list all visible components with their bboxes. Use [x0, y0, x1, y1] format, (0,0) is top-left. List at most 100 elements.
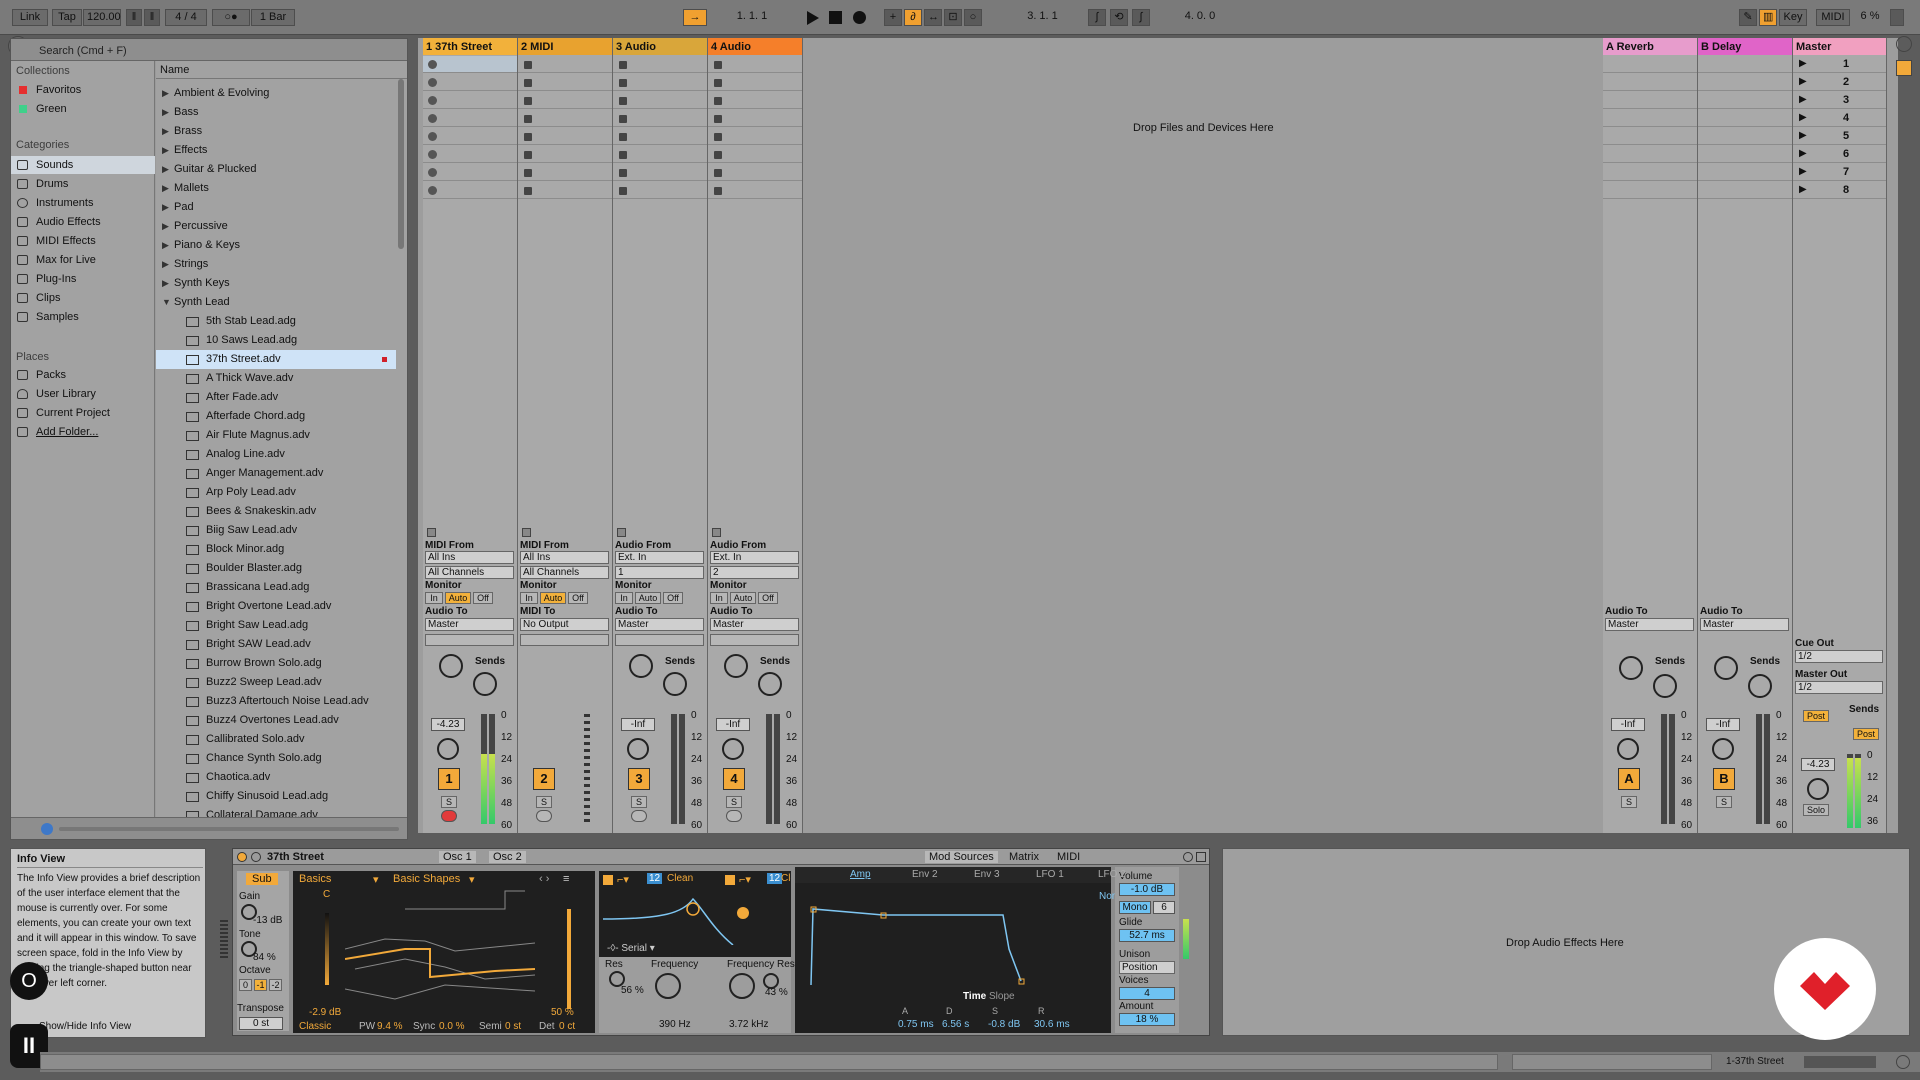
master-out-menu[interactable]: 1/2 [1795, 681, 1883, 694]
unison-menu[interactable]: Position [1119, 961, 1175, 974]
computer-keyboard-icon[interactable]: ▥ [1759, 9, 1777, 26]
volume-field[interactable]: -Inf [716, 718, 750, 731]
output-menu[interactable]: Master [615, 618, 704, 631]
quantize-menu[interactable]: 1 Bar [251, 9, 295, 26]
monitor-in-button[interactable]: In [615, 592, 633, 604]
nudge-down-button[interactable]: ‖ [126, 9, 142, 26]
clip-stop-icon[interactable] [524, 61, 532, 69]
solo-button[interactable]: S [1716, 796, 1732, 808]
clip-slot[interactable] [613, 110, 707, 127]
monitor-auto-button[interactable]: Auto [540, 592, 566, 604]
help-icon[interactable] [1896, 36, 1912, 52]
frequency-knob[interactable] [655, 973, 681, 999]
tab-osc1[interactable]: Osc 1 [439, 851, 476, 863]
draw-mode-icon[interactable]: ✎ [1739, 9, 1757, 26]
preview-icon[interactable] [41, 823, 53, 835]
nudge-up-button[interactable]: ‖ [144, 9, 160, 26]
monitor-off-button[interactable]: Off [473, 592, 493, 604]
transpose-field[interactable]: 0 st [239, 1017, 283, 1030]
clip-stop-icon[interactable] [714, 61, 722, 69]
pan-knob[interactable] [437, 738, 459, 760]
clip-slot[interactable] [423, 182, 517, 199]
clip-stop-icon[interactable] [619, 187, 627, 195]
master-volume-field[interactable]: -4.23 [1801, 758, 1835, 771]
send-b-knob[interactable] [663, 672, 687, 696]
metronome-button[interactable]: ○● [212, 9, 250, 26]
tempo-field[interactable]: 120.00 [83, 9, 121, 26]
monitor-auto-button[interactable]: Auto [445, 592, 471, 604]
arm-button[interactable] [726, 810, 742, 822]
wavetable-name[interactable]: Basic Shapes [393, 873, 460, 885]
clip-stop-icon[interactable] [524, 79, 532, 87]
filter-routing[interactable]: -◊- Serial ▾ [607, 943, 655, 954]
browser-file[interactable]: 5th Stab Lead.adg [156, 312, 396, 331]
overlay-record-button[interactable]: O [10, 962, 48, 1000]
scene-slot[interactable]: ▶ 6 [1793, 146, 1886, 163]
track-fold-icon[interactable] [427, 528, 436, 537]
clip-stop-icon[interactable] [428, 132, 437, 141]
record-icon[interactable] [853, 11, 866, 24]
track-fold-icon[interactable] [617, 528, 626, 537]
frequency2-knob[interactable] [729, 973, 755, 999]
solo-button[interactable]: S [536, 796, 552, 808]
clip-stop-icon[interactable] [428, 78, 437, 87]
wavetable-menu-icon[interactable]: ▾ [469, 873, 475, 886]
pan-knob[interactable] [627, 738, 649, 760]
send-a-knob[interactable] [1619, 656, 1643, 680]
send-b-knob[interactable] [758, 672, 782, 696]
category-max-for-live[interactable]: Max for Live [11, 251, 155, 269]
key-map-button[interactable]: Key [1779, 9, 1807, 26]
clip-slot[interactable] [423, 110, 517, 127]
clip-stop-icon[interactable] [428, 186, 437, 195]
clip-stop-icon[interactable] [428, 96, 437, 105]
browser-file[interactable]: 37th Street.adv [156, 350, 396, 369]
clip-stop-icon[interactable] [619, 133, 627, 141]
scene-launch-icon[interactable]: ▶ [1799, 112, 1807, 123]
clip-slot[interactable] [708, 92, 802, 109]
browser-folder[interactable]: ▶ Effects [156, 141, 396, 160]
clip-stop-icon[interactable] [428, 114, 437, 123]
clip-slot[interactable] [613, 74, 707, 91]
search-input[interactable]: Search (Cmd + F) [11, 39, 407, 61]
track-header[interactable]: 2 MIDI [518, 38, 612, 55]
capture-button[interactable]: ⊡ [944, 9, 962, 26]
clip-stop-icon[interactable] [524, 115, 532, 123]
osc-position-slider[interactable] [567, 909, 571, 1009]
clip-stop-icon[interactable] [714, 151, 722, 159]
loop-start-field[interactable]: 3. 1. 1 [1000, 9, 1085, 26]
input-source-menu[interactable]: All Ins [425, 551, 514, 564]
adsr-value[interactable]: 6.56 s [942, 1019, 969, 1030]
clip-slot[interactable] [708, 128, 802, 145]
volume-field[interactable]: -Inf [1706, 718, 1740, 731]
clip-slot[interactable] [1698, 56, 1792, 73]
place-packs[interactable]: Packs [11, 366, 155, 384]
browser-file[interactable]: Burrow Brown Solo.adg [156, 654, 396, 673]
browser-file[interactable]: Anger Management.adv [156, 464, 396, 483]
browser-file[interactable]: Bright SAW Lead.adv [156, 635, 396, 654]
send-a-knob[interactable] [1714, 656, 1738, 680]
folder-expand-icon[interactable]: ▶ [162, 141, 169, 160]
clip-stop-icon[interactable] [714, 187, 722, 195]
send-a-knob[interactable] [724, 654, 748, 678]
filter1-type-icon[interactable]: ⌐▾ [617, 873, 629, 886]
octave-0-button[interactable]: 0 [239, 979, 252, 991]
browser-scrollbar[interactable] [398, 79, 404, 249]
cue-post-button[interactable]: Post [1803, 710, 1829, 722]
clip-slot[interactable] [1603, 56, 1697, 73]
tab-env-2[interactable]: Env 2 [912, 869, 938, 880]
browser-file[interactable]: Buzz2 Sweep Lead.adv [156, 673, 396, 692]
volume-field[interactable]: -Inf [621, 718, 655, 731]
adsr-value[interactable]: -0.8 dB [988, 1019, 1020, 1030]
volume-field[interactable]: -1.0 dB [1119, 883, 1175, 896]
midi-map-button[interactable]: MIDI [1816, 9, 1850, 26]
arm-button[interactable] [631, 810, 647, 822]
collection-green[interactable]: Green [11, 100, 155, 118]
send-a-knob[interactable] [439, 654, 463, 678]
tab-lfo-2[interactable]: LFO 2 [1098, 869, 1126, 880]
clip-slot[interactable] [708, 146, 802, 163]
clip-slot[interactable] [518, 74, 612, 91]
browser-folder[interactable]: ▼ Synth Lead [156, 293, 396, 312]
play-icon[interactable] [807, 11, 819, 25]
clip-stop-icon[interactable] [428, 168, 437, 177]
clip-slot[interactable] [518, 92, 612, 109]
